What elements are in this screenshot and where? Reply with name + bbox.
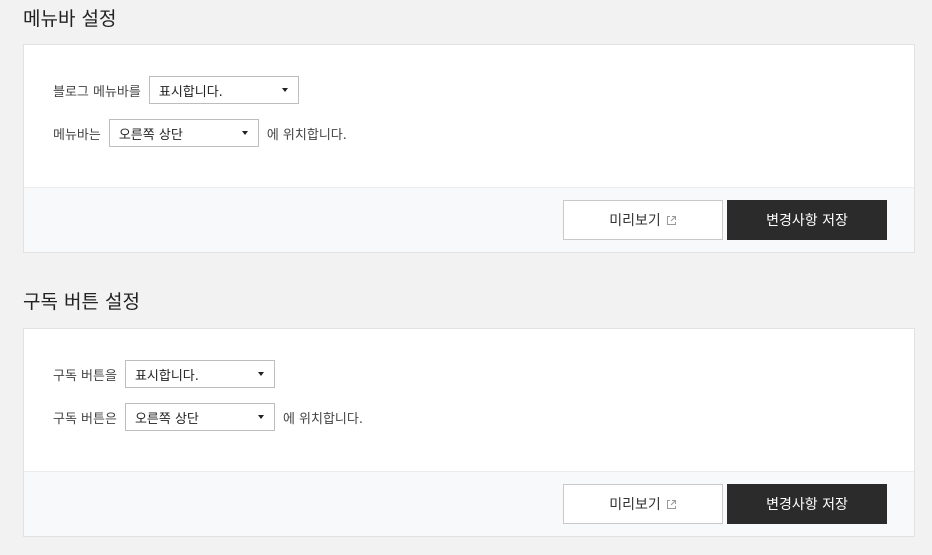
menubar-position-value: 오른쪽 상단 bbox=[118, 127, 183, 143]
subscribe-display-value: 표시합니다. bbox=[134, 368, 199, 384]
caret-down-icon bbox=[257, 372, 264, 376]
menubar-preview-button[interactable]: 미리보기 bbox=[563, 200, 723, 240]
menubar-settings-footer: 미리보기 변경사항 저장 bbox=[24, 187, 914, 252]
subscribe-position-suffix: 에 위치합니다. bbox=[282, 411, 363, 427]
menubar-display-select[interactable]: 표시합니다. bbox=[148, 76, 299, 104]
menubar-section-title: 메뉴바 설정 bbox=[23, 8, 117, 30]
caret-down-icon bbox=[241, 131, 248, 135]
menubar-display-value: 표시합니다. bbox=[158, 84, 223, 100]
subscribe-position-value: 오른쪽 상단 bbox=[134, 411, 199, 427]
subscribe-settings-panel: 구독 버튼을 표시합니다. 구독 버튼은 오른쪽 상단 에 위치합니다. 미리보… bbox=[23, 328, 915, 537]
menubar-display-row: 블로그 메뉴바를 표시합니다. bbox=[53, 76, 299, 104]
subscribe-position-select[interactable]: 오른쪽 상단 bbox=[124, 403, 275, 431]
menubar-settings-panel: 블로그 메뉴바를 표시합니다. 메뉴바는 오른쪽 상단 에 위치합니다. 미리보… bbox=[23, 44, 915, 253]
subscribe-settings-footer: 미리보기 변경사항 저장 bbox=[24, 471, 914, 536]
menubar-position-select[interactable]: 오른쪽 상단 bbox=[108, 119, 259, 147]
save-button-label: 변경사항 저장 bbox=[766, 497, 848, 513]
subscribe-display-row: 구독 버튼을 표시합니다. bbox=[53, 360, 275, 388]
subscribe-section-title: 구독 버튼 설정 bbox=[23, 291, 140, 313]
caret-down-icon bbox=[281, 88, 288, 92]
preview-button-label: 미리보기 bbox=[609, 497, 661, 513]
menubar-save-button[interactable]: 변경사항 저장 bbox=[727, 200, 887, 240]
subscribe-display-label: 구독 버튼을 bbox=[53, 368, 117, 384]
preview-button-label: 미리보기 bbox=[609, 213, 661, 229]
menubar-position-label: 메뉴바는 bbox=[53, 127, 101, 143]
menubar-display-label: 블로그 메뉴바를 bbox=[53, 84, 141, 100]
subscribe-display-select[interactable]: 표시합니다. bbox=[124, 360, 275, 388]
external-link-icon bbox=[666, 215, 677, 226]
menubar-position-row: 메뉴바는 오른쪽 상단 에 위치합니다. bbox=[53, 119, 347, 147]
subscribe-settings-body: 구독 버튼을 표시합니다. 구독 버튼은 오른쪽 상단 에 위치합니다. bbox=[24, 329, 914, 471]
subscribe-preview-button[interactable]: 미리보기 bbox=[563, 484, 723, 524]
menubar-position-suffix: 에 위치합니다. bbox=[266, 127, 347, 143]
subscribe-position-label: 구독 버튼은 bbox=[53, 411, 117, 427]
save-button-label: 변경사항 저장 bbox=[766, 213, 848, 229]
caret-down-icon bbox=[257, 415, 264, 419]
external-link-icon bbox=[666, 499, 677, 510]
menubar-settings-body: 블로그 메뉴바를 표시합니다. 메뉴바는 오른쪽 상단 에 위치합니다. bbox=[24, 45, 914, 187]
subscribe-save-button[interactable]: 변경사항 저장 bbox=[727, 484, 887, 524]
subscribe-position-row: 구독 버튼은 오른쪽 상단 에 위치합니다. bbox=[53, 403, 363, 431]
